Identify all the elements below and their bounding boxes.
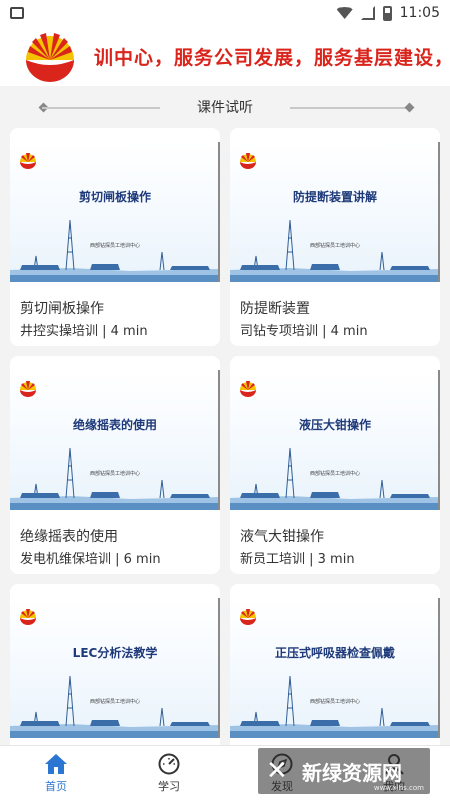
course-name: 液气大钳操作 xyxy=(240,529,324,545)
course-meta: 新员工培训 | 3 min xyxy=(240,552,355,567)
tab-study[interactable]: 学习 xyxy=(113,746,225,800)
header-banner: 训中心，服务公司发展，服务基层建设， xyxy=(0,26,450,86)
wifi-icon xyxy=(336,7,353,19)
status-bar: 11:05 xyxy=(0,0,450,26)
petrochina-logo xyxy=(240,153,256,169)
thumbnail-edge xyxy=(438,142,440,282)
course-thumbnail[interactable]: 防提断装置讲解 西部钻探员工培训中心 xyxy=(230,142,440,282)
course-meta: 发电机维保培训 | 6 min xyxy=(20,552,161,567)
course-thumbnail[interactable]: 剪切闸板操作 西部钻探员工培训中心 xyxy=(10,142,220,282)
watermark: ✕ 新绿资源网 www.xlhs.com xyxy=(258,748,430,794)
oil-rig-illustration xyxy=(230,219,440,282)
petrochina-logo xyxy=(20,609,36,625)
scrolling-slogan: 训中心，服务公司发展，服务基层建设， xyxy=(94,46,450,69)
course-meta: 井控实操培训 | 4 min xyxy=(20,324,148,339)
thumbnail-edge xyxy=(438,370,440,510)
thumbnail-edge xyxy=(218,370,220,510)
course-name: 绝缘摇表的使用 xyxy=(20,529,118,545)
divider-line xyxy=(42,107,160,109)
course-card[interactable]: 剪切闸板操作 西部钻探员工培训中心 剪切闸板操作 井控实操培训 | 4 min xyxy=(10,128,220,346)
course-grid: 剪切闸板操作 西部钻探员工培训中心 剪切闸板操作 井控实操培训 | 4 min … xyxy=(10,128,440,745)
oil-rig-illustration xyxy=(230,447,440,510)
course-thumbnail[interactable]: LEC分析法教学 西部钻探员工培训中心 xyxy=(10,598,220,738)
thumbnail-edge xyxy=(218,142,220,282)
course-name: 防提断装置 xyxy=(240,301,310,317)
tab-label: 首页 xyxy=(45,780,67,793)
oil-rig-illustration xyxy=(10,219,220,282)
tab-home[interactable]: 首页 xyxy=(0,746,112,800)
course-card[interactable]: 绝缘摇表的使用 西部钻探员工培训中心 绝缘摇表的使用 发电机维保培训 | 6 m… xyxy=(10,356,220,574)
course-card[interactable]: 正压式呼吸器检查佩戴 西部钻探员工培训中心 xyxy=(230,584,440,745)
petrochina-logo xyxy=(26,33,74,82)
course-thumbnail[interactable]: 液压大钳操作 西部钻探员工培训中心 xyxy=(230,370,440,510)
status-time: 11:05 xyxy=(399,5,440,21)
petrochina-logo xyxy=(20,153,36,169)
petrochina-logo xyxy=(240,381,256,397)
watermark-text: 新绿资源网 xyxy=(302,760,402,785)
thumbnail-edge xyxy=(438,598,440,738)
oil-rig-illustration xyxy=(10,675,220,738)
course-name: 剪切闸板操作 xyxy=(20,301,104,317)
petrochina-logo xyxy=(240,609,256,625)
course-meta: 司钻专项培训 | 4 min xyxy=(240,324,368,339)
oil-rig-illustration xyxy=(10,447,220,510)
battery-icon xyxy=(382,5,392,21)
course-card[interactable]: LEC分析法教学 西部钻探员工培训中心 xyxy=(10,584,220,745)
gauge-icon xyxy=(158,753,180,775)
course-card[interactable]: 防提断装置讲解 西部钻探员工培训中心 防提断装置 司钻专项培训 | 4 min xyxy=(230,128,440,346)
section-header: 课件试听 xyxy=(0,86,450,128)
section-title: 课件试听 xyxy=(197,100,253,116)
course-thumbnail[interactable]: 绝缘摇表的使用 西部钻探员工培训中心 xyxy=(10,370,220,510)
watermark-url: www.xlhs.com xyxy=(373,784,424,792)
petrochina-logo xyxy=(20,381,36,397)
no-signal-icon xyxy=(360,6,375,20)
course-thumbnail[interactable]: 正压式呼吸器检查佩戴 西部钻探员工培训中心 xyxy=(230,598,440,738)
watermark-logo: ✕ xyxy=(266,756,288,786)
image-notification-icon xyxy=(10,7,24,19)
oil-rig-illustration xyxy=(230,675,440,738)
divider-diamond-icon xyxy=(404,102,415,113)
course-card[interactable]: 液压大钳操作 西部钻探员工培训中心 液气大钳操作 新员工培训 | 3 min xyxy=(230,356,440,574)
divider-line xyxy=(290,107,408,109)
thumbnail-edge xyxy=(218,598,220,738)
tab-label: 学习 xyxy=(158,780,180,793)
home-icon xyxy=(45,754,67,774)
